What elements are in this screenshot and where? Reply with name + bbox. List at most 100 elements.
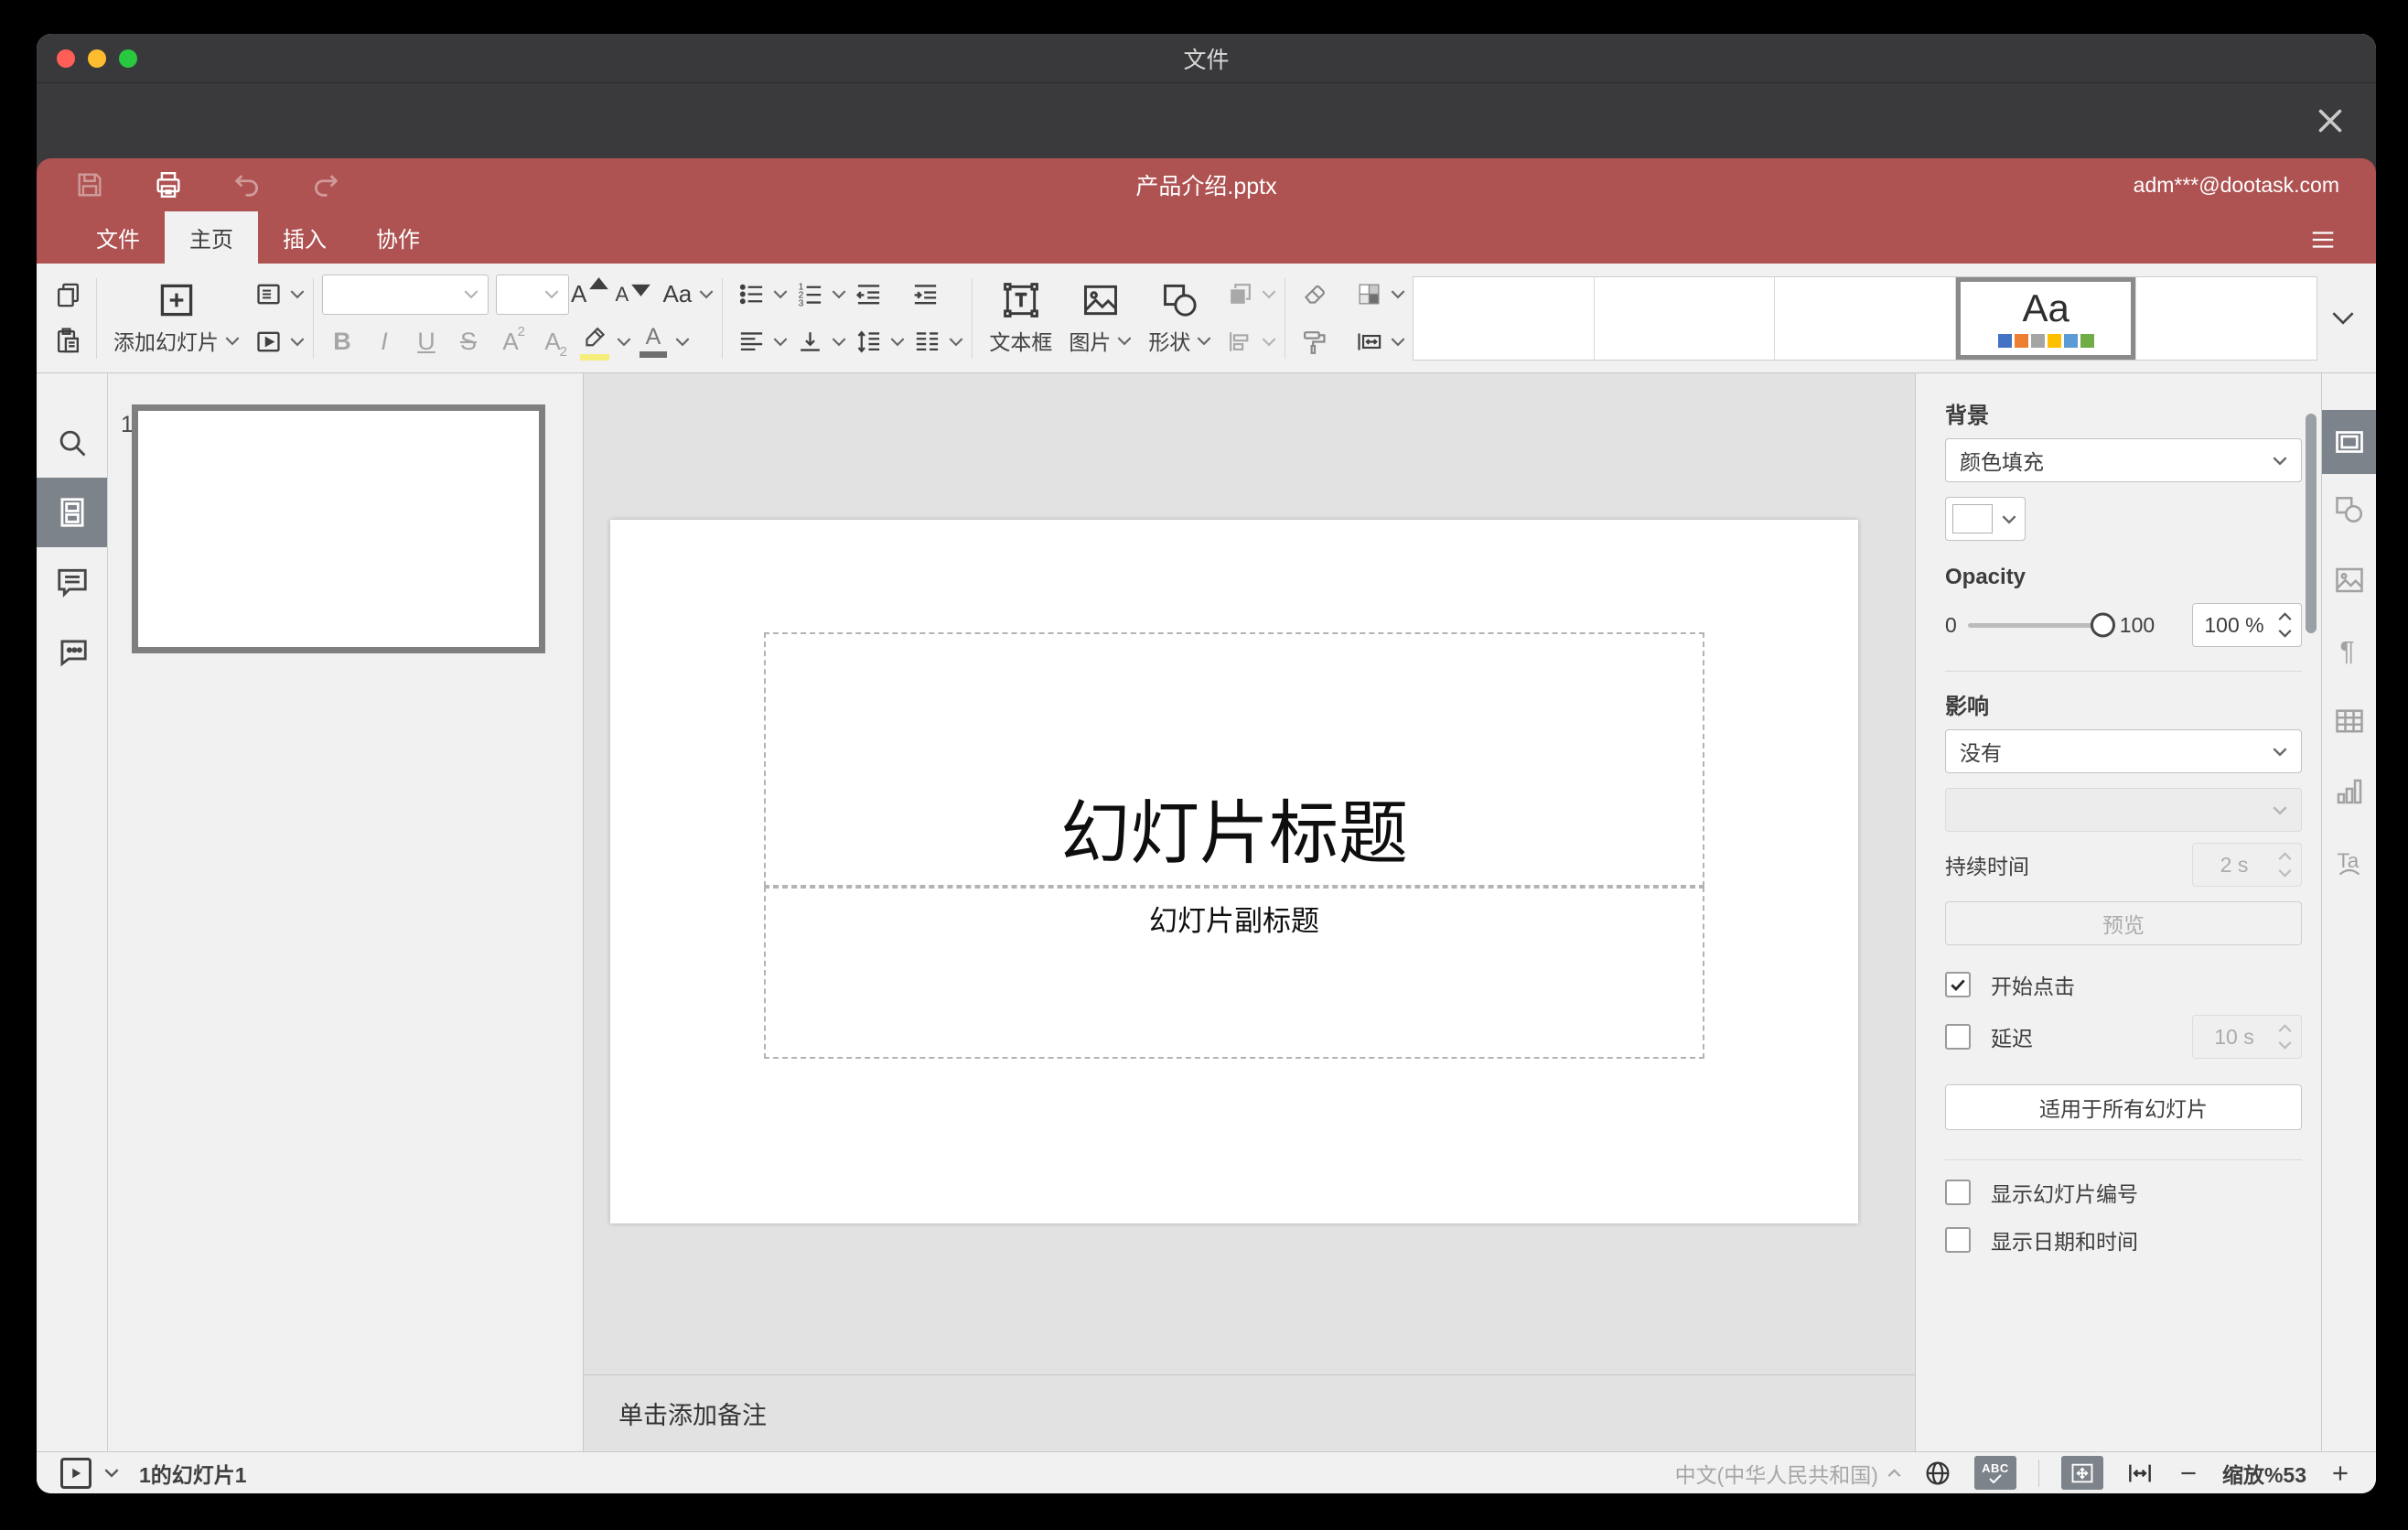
paragraph-settings-tab[interactable]: ¶ [2322,615,2376,685]
title-placeholder[interactable]: 幻灯片标题 [764,632,1704,887]
superscript-button[interactable]: A2 [490,324,531,356]
copy-button[interactable] [48,275,88,316]
image-settings-tab[interactable] [2322,544,2376,615]
theme-gallery-expand-button[interactable] [2321,276,2365,361]
opacity-spinner[interactable]: 100 % [2192,603,2302,647]
shape-settings-tab[interactable] [2322,474,2376,544]
slides-panel-button[interactable] [37,478,107,547]
copy-style-button[interactable] [1294,322,1334,362]
chevron-down-icon[interactable] [773,289,788,299]
italic-button[interactable]: I [364,328,404,356]
increase-indent-button[interactable] [905,275,945,315]
notes-area[interactable]: 单击添加备注 [584,1374,1915,1451]
slide-layout-button[interactable] [248,275,288,315]
strikeout-button[interactable]: S [448,328,489,356]
close-editor-button[interactable] [2310,101,2350,141]
delay-checkbox[interactable] [1945,1024,1971,1050]
chevron-down-icon[interactable] [832,289,846,299]
set-language-button[interactable] [1923,1459,1952,1488]
line-spacing-button[interactable] [848,322,888,362]
tab-collaboration[interactable]: 协作 [351,211,445,264]
theme-option[interactable] [1775,276,1956,360]
insert-image-button[interactable]: 图片 [1060,280,1140,356]
chevron-down-icon[interactable] [290,337,305,347]
clear-style-button[interactable] [1294,275,1334,315]
duration-spinner[interactable]: 2 s [2192,843,2302,887]
minimize-traffic-light[interactable] [88,48,106,68]
menu-button[interactable] [2305,223,2341,256]
tab-insert[interactable]: 插入 [258,211,351,264]
font-name-select[interactable] [322,274,489,315]
numbered-list-button[interactable]: 123 [790,275,830,315]
theme-option[interactable] [1414,276,1595,360]
zoom-out-button[interactable] [2177,1461,2200,1485]
spellcheck-toggle[interactable]: ABC [1973,1456,2016,1490]
fullscreen-traffic-light[interactable] [119,48,137,68]
chevron-down-icon[interactable] [1391,289,1405,299]
apply-to-all-button[interactable]: 适用于所有幻灯片 [1945,1084,2302,1130]
spinner-up-icon[interactable] [2277,612,2292,621]
tab-file[interactable]: 文件 [71,211,165,264]
close-traffic-light[interactable] [57,48,75,68]
show-slide-number-checkbox[interactable] [1945,1180,1971,1205]
chevron-down-icon[interactable] [290,289,305,299]
font-color-button[interactable]: A [633,322,673,362]
theme-option-selected[interactable]: Aa [1956,276,2137,360]
paste-button[interactable] [48,321,88,361]
delay-spinner[interactable]: 10 s [2192,1015,2302,1059]
effect-variant-select[interactable] [1945,788,2302,832]
subtitle-placeholder[interactable]: 幻灯片副标题 [764,887,1704,1059]
start-preview-button[interactable] [60,1457,91,1489]
start-slideshow-button[interactable] [248,322,288,362]
slide-settings-tab[interactable] [2322,410,2376,474]
chevron-down-icon[interactable] [104,1468,119,1478]
align-shape-button[interactable] [1220,322,1260,362]
redo-button[interactable] [309,168,342,201]
comments-button[interactable] [37,547,107,617]
language-selector[interactable]: 中文(中华人民共和国) [1675,1458,1901,1489]
save-button[interactable] [73,168,106,201]
undo-button[interactable] [231,168,263,201]
print-button[interactable] [152,168,185,201]
change-case-button[interactable]: Aa [657,275,697,315]
effect-select[interactable]: 没有 [1945,729,2302,773]
increase-font-button[interactable]: A [571,275,613,315]
subscript-button[interactable]: A2 [532,328,573,360]
chevron-down-icon[interactable] [617,337,631,347]
decrease-font-button[interactable]: A [615,275,655,315]
background-color-picker[interactable] [1945,497,2026,541]
tab-home[interactable]: 主页 [165,211,258,264]
opacity-slider[interactable] [1967,612,2115,638]
highlight-color-button[interactable] [575,322,615,362]
bullet-list-button[interactable] [731,275,771,315]
vertical-align-button[interactable] [790,322,830,362]
panel-scrollbar[interactable] [2306,414,2317,633]
spinner-down-icon[interactable] [2277,629,2292,638]
theme-colors-button[interactable] [1349,275,1389,315]
chevron-down-icon[interactable] [1391,337,1405,347]
bold-button[interactable]: B [322,328,362,356]
show-date-time-checkbox[interactable] [1945,1227,1971,1253]
preview-button[interactable]: 预览 [1945,901,2302,945]
background-fill-select[interactable]: 颜色填充 [1945,438,2302,482]
add-slide-button[interactable]: 添加幻灯片 [105,280,248,356]
font-size-select[interactable] [496,274,569,315]
search-button[interactable] [37,408,107,478]
chevron-down-icon[interactable] [890,337,905,347]
chevron-down-icon[interactable] [773,337,788,347]
decrease-indent-button[interactable] [848,275,888,315]
fit-to-width-button[interactable] [2125,1459,2155,1488]
textart-settings-tab[interactable]: Ta [2322,826,2376,897]
chart-settings-tab[interactable] [2322,756,2376,826]
chevron-down-icon[interactable] [1262,289,1276,299]
start-on-click-checkbox[interactable] [1945,972,1971,997]
fit-to-slide-button[interactable] [2060,1456,2103,1490]
theme-option[interactable] [1595,276,1776,360]
slide[interactable]: 幻灯片标题 幻灯片副标题 [610,520,1858,1223]
slide-size-button[interactable] [1349,322,1389,362]
arrange-shape-button[interactable] [1220,275,1260,315]
chat-button[interactable] [37,617,107,686]
zoom-in-button[interactable] [2328,1461,2352,1485]
opacity-slider-thumb[interactable] [2090,612,2115,638]
chevron-down-icon[interactable] [699,289,714,299]
